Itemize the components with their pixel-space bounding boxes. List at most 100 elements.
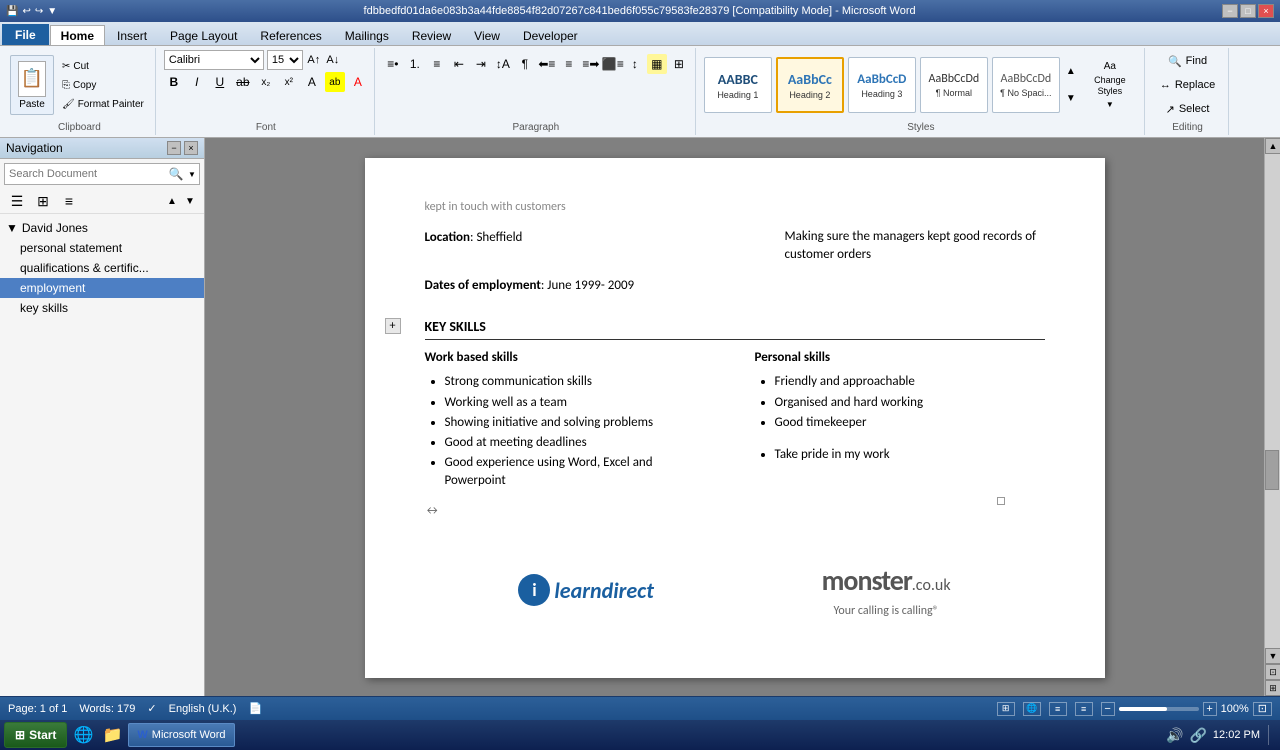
zoom-in-button[interactable]: +	[1203, 702, 1217, 716]
tab-developer[interactable]: Developer	[512, 25, 589, 45]
align-right-button[interactable]: ≡➡	[581, 54, 601, 74]
minimize-button[interactable]: −	[1222, 4, 1238, 18]
change-styles-button[interactable]: Aa ChangeStyles ▼	[1082, 57, 1138, 113]
scroll-track[interactable]	[1265, 154, 1280, 648]
increase-indent-button[interactable]: ⇥	[471, 54, 491, 74]
tab-mailings[interactable]: Mailings	[334, 25, 400, 45]
nav-item-key-skills[interactable]: key skills	[0, 298, 204, 318]
superscript-button[interactable]: x²	[279, 72, 299, 92]
search-options-button[interactable]: ▼	[185, 164, 199, 184]
font-color-button[interactable]: A	[348, 72, 368, 92]
customize-qa-icon[interactable]: ▼	[47, 6, 57, 17]
multilevel-button[interactable]: ≡	[427, 54, 447, 74]
resize-handle[interactable]	[997, 497, 1005, 505]
show-formatting-button[interactable]: ¶	[515, 54, 535, 74]
select-button[interactable]: ↗ Select	[1159, 98, 1217, 120]
zoom-out-button[interactable]: −	[1101, 702, 1115, 716]
tab-references[interactable]: References	[249, 25, 332, 45]
view-print-button[interactable]: ⊞	[997, 702, 1015, 716]
scroll-thumb[interactable]	[1265, 450, 1279, 490]
scroll-extra-down[interactable]: ⊡	[1265, 664, 1280, 680]
subscript-button[interactable]: x₂	[256, 72, 276, 92]
format-painter-button[interactable]: 🖌 Format Painter	[57, 95, 149, 113]
tab-view[interactable]: View	[463, 25, 511, 45]
document-area[interactable]: kept in touch with customers Location: S…	[205, 138, 1264, 696]
nav-item-qualifications[interactable]: qualifications & certific...	[0, 258, 204, 278]
font-name-select[interactable]: Calibri	[164, 50, 264, 70]
cut-button[interactable]: ✂ Cut	[57, 57, 149, 75]
font-grow-button[interactable]: A↑	[306, 52, 322, 68]
nav-sort-up[interactable]: ▲	[164, 193, 180, 209]
underline-button[interactable]: U	[210, 72, 230, 92]
language-indicator[interactable]: English (U.K.)	[169, 703, 237, 715]
undo-icon[interactable]: ↩	[22, 6, 30, 17]
line-spacing-button[interactable]: ↕	[625, 54, 645, 74]
bold-button[interactable]: B	[164, 72, 184, 92]
spell-check[interactable]: ✓	[147, 702, 156, 715]
nav-item-employment[interactable]: employment	[0, 278, 204, 298]
tab-page-layout[interactable]: Page Layout	[159, 25, 248, 45]
taskbar-icon-word[interactable]: W Microsoft Word	[128, 723, 234, 747]
view-web-button[interactable]: 🌐	[1023, 702, 1041, 716]
nav-minimize-button[interactable]: −	[167, 141, 181, 155]
sort-button[interactable]: ↕A	[493, 54, 513, 74]
styles-scroll-up[interactable]: ▲	[1064, 59, 1078, 85]
tab-file[interactable]: File	[2, 24, 49, 45]
restore-button[interactable]: □	[1240, 4, 1256, 18]
bullets-button[interactable]: ≡•	[383, 54, 403, 74]
highlight-button[interactable]: ab	[325, 72, 345, 92]
search-submit-button[interactable]: 🔍	[167, 164, 185, 184]
paste-button[interactable]: 📋 Paste	[10, 55, 54, 115]
doc-status-icon[interactable]: 📄	[248, 702, 262, 715]
tab-home[interactable]: Home	[50, 25, 105, 45]
scroll-down-button[interactable]: ▼	[1265, 648, 1280, 664]
align-left-button[interactable]: ⬅≡	[537, 54, 557, 74]
scroll-up-button[interactable]: ▲	[1265, 138, 1280, 154]
style-no-spacing[interactable]: AaBbCcDd ¶ No Spaci...	[992, 57, 1060, 113]
decrease-indent-button[interactable]: ⇤	[449, 54, 469, 74]
numbering-button[interactable]: 1.	[405, 54, 425, 74]
style-heading1[interactable]: AABBC Heading 1	[704, 57, 772, 113]
find-button[interactable]: 🔍 Find	[1161, 50, 1214, 72]
styles-scroll-down[interactable]: ▼	[1064, 86, 1078, 112]
save-icon[interactable]: 💾	[6, 6, 18, 17]
text-effects-button[interactable]: A	[302, 72, 322, 92]
copy-button[interactable]: ⎘ Copy	[57, 76, 149, 94]
taskbar-icon-folder[interactable]: 📁	[99, 722, 125, 748]
scroll-extra-up[interactable]: ⊞	[1265, 680, 1280, 696]
nav-view-headings[interactable]: ☰	[6, 191, 28, 211]
close-button[interactable]: ×	[1258, 4, 1274, 18]
search-input[interactable]	[5, 166, 167, 182]
network-icon[interactable]: 🔗	[1189, 727, 1206, 744]
tab-insert[interactable]: Insert	[106, 25, 158, 45]
justify-button[interactable]: ⬛≡	[603, 54, 623, 74]
style-heading2[interactable]: AaBbCc Heading 2	[776, 57, 844, 113]
font-size-select[interactable]: 15	[267, 50, 303, 70]
strikethrough-button[interactable]: ab	[233, 72, 253, 92]
view-draft-button[interactable]: ≡	[1075, 702, 1093, 716]
style-heading3[interactable]: AaBbCcD Heading 3	[848, 57, 916, 113]
nav-view-results[interactable]: ≡	[58, 191, 80, 211]
borders-button[interactable]: ⊞	[669, 54, 689, 74]
tab-review[interactable]: Review	[401, 25, 462, 45]
nav-close-button[interactable]: ×	[184, 141, 198, 155]
start-button[interactable]: ⊞ Start	[4, 722, 67, 748]
align-center-button[interactable]: ≡	[559, 54, 579, 74]
speaker-icon[interactable]: 🔊	[1166, 727, 1183, 744]
show-desktop-button[interactable]	[1268, 725, 1276, 745]
nav-view-pages[interactable]: ⊞	[32, 191, 54, 211]
view-outline-button[interactable]: ≡	[1049, 702, 1067, 716]
redo-icon[interactable]: ↪	[35, 6, 43, 17]
zoom-slider[interactable]	[1119, 707, 1199, 711]
shading-button[interactable]: ▦	[647, 54, 667, 74]
add-content-button[interactable]: +	[385, 318, 401, 334]
style-normal[interactable]: AaBbCcDd ¶ Normal	[920, 57, 988, 113]
zoom-percent-button[interactable]: ⊡	[1253, 702, 1272, 716]
taskbar-icon-ie[interactable]: 🌐	[70, 722, 96, 748]
nav-item-david-jones[interactable]: ▼ David Jones	[0, 218, 204, 238]
nav-item-personal-statement[interactable]: personal statement	[0, 238, 204, 258]
nav-sort-down[interactable]: ▼	[182, 193, 198, 209]
replace-button[interactable]: ↔ Replace	[1153, 74, 1222, 96]
font-shrink-button[interactable]: A↓	[325, 52, 341, 68]
italic-button[interactable]: I	[187, 72, 207, 92]
